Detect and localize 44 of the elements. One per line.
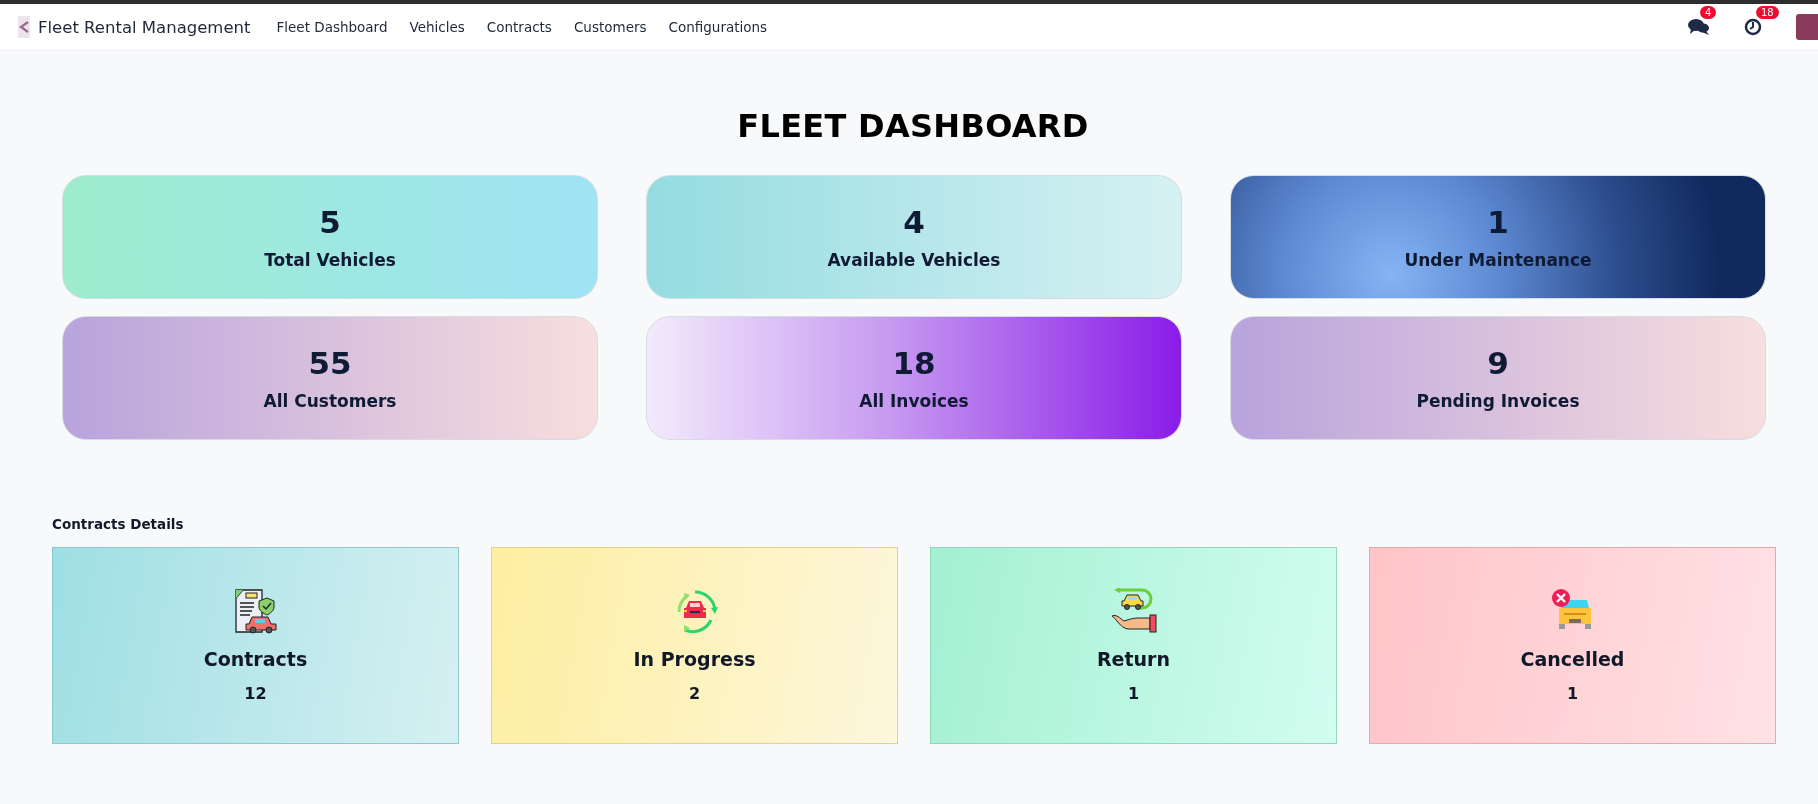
stat-card[interactable]: 5 Total Vehicles xyxy=(62,175,598,299)
stat-card[interactable]: 1 Under Maintenance xyxy=(1230,175,1766,299)
card-count: 1 xyxy=(1127,684,1140,703)
activity-count-badge: 18 xyxy=(1756,6,1779,19)
chat-icon[interactable] xyxy=(1688,18,1710,36)
stat-value: 1 xyxy=(1487,204,1509,240)
stat-value: 18 xyxy=(892,345,936,381)
stat-value: 5 xyxy=(319,204,341,240)
clock-icon[interactable] xyxy=(1744,18,1762,36)
stat-label: Under Maintenance xyxy=(1404,250,1592,270)
app-name[interactable]: Fleet Rental Management xyxy=(38,17,251,37)
stat-label: All Customers xyxy=(263,391,397,411)
menu-item[interactable]: Configurations xyxy=(668,19,768,35)
contract-status-card[interactable]: Contracts 12 xyxy=(52,547,459,744)
card-count: 2 xyxy=(688,684,701,703)
stat-card[interactable]: 55 All Customers xyxy=(62,316,598,440)
card-label: Contracts xyxy=(203,648,308,670)
stat-card[interactable]: 18 All Invoices xyxy=(646,316,1182,440)
page-title: FLEET DASHBOARD xyxy=(736,107,1090,145)
contract-status-card[interactable]: Cancelled 1 xyxy=(1369,547,1776,744)
section-heading: Contracts Details xyxy=(52,516,185,532)
stat-label: All Invoices xyxy=(859,391,969,411)
stat-card[interactable]: 9 Pending Invoices xyxy=(1230,316,1766,440)
stat-card[interactable]: 4 Available Vehicles xyxy=(646,175,1182,299)
card-label: In Progress xyxy=(633,648,756,670)
chevron-logo-icon xyxy=(18,16,30,38)
card-count: 12 xyxy=(244,684,267,703)
contract-status-card[interactable]: Return 1 xyxy=(930,547,1337,744)
card-label: Cancelled xyxy=(1520,648,1625,670)
stat-label: Pending Invoices xyxy=(1416,391,1580,411)
stat-value: 4 xyxy=(903,204,925,240)
menu-item[interactable]: Fleet Dashboard xyxy=(276,19,388,35)
stat-value: 55 xyxy=(308,345,352,381)
menu-item[interactable]: Customers xyxy=(573,19,647,35)
stat-label: Total Vehicles xyxy=(264,250,396,270)
stat-value: 9 xyxy=(1487,345,1509,381)
contract-status-card[interactable]: In Progress 2 xyxy=(491,547,898,744)
stat-label: Available Vehicles xyxy=(827,250,1001,270)
car-on-hand-icon xyxy=(1109,588,1158,636)
message-count-badge: 4 xyxy=(1700,6,1717,19)
card-count: 1 xyxy=(1566,684,1579,703)
menu-item[interactable]: Contracts xyxy=(486,19,552,35)
menu-item[interactable]: Vehicles xyxy=(409,19,465,35)
card-label: Return xyxy=(1097,648,1170,670)
